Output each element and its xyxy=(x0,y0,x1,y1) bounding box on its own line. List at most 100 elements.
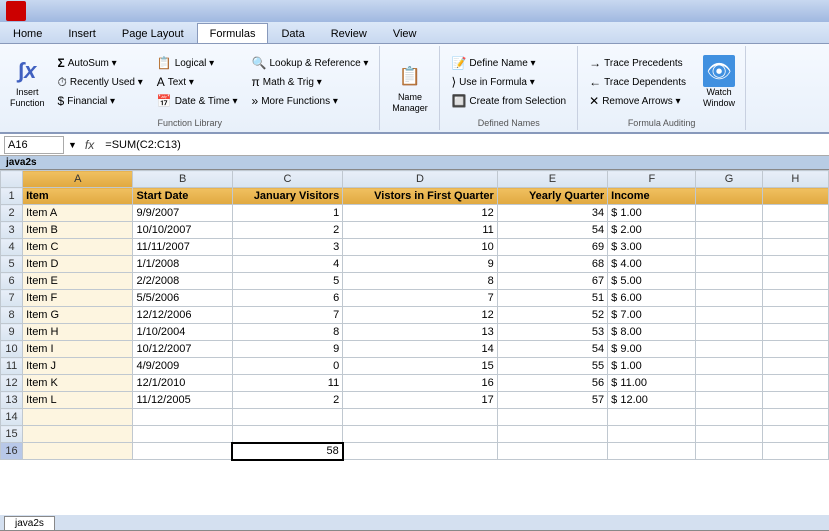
cell[interactable]: 11 xyxy=(343,222,498,239)
cell[interactable]: Item H xyxy=(23,324,133,341)
cell[interactable]: $ 2.00 xyxy=(608,222,696,239)
cell[interactable] xyxy=(762,188,828,205)
cell[interactable]: $ 4.00 xyxy=(608,256,696,273)
watch-window-button[interactable]: 👁 WatchWindow xyxy=(697,52,741,112)
cell[interactable]: 9 xyxy=(232,341,342,358)
cell[interactable]: Item F xyxy=(23,290,133,307)
trace-dependents-button[interactable]: ← Trace Dependents xyxy=(584,73,691,92)
cell[interactable] xyxy=(232,409,342,426)
cell[interactable] xyxy=(696,443,762,460)
cell[interactable]: 8 xyxy=(232,324,342,341)
cell[interactable]: Item I xyxy=(23,341,133,358)
cell[interactable]: Start Date xyxy=(133,188,232,205)
cell[interactable] xyxy=(696,256,762,273)
cell[interactable]: 16 xyxy=(343,375,498,392)
cell[interactable]: 9 xyxy=(343,256,498,273)
tab-view[interactable]: View xyxy=(380,23,430,43)
use-in-formula-button[interactable]: ⟩ Use in Formula ▾ xyxy=(446,73,571,92)
cell[interactable] xyxy=(133,443,232,460)
cell[interactable] xyxy=(762,426,828,443)
cell[interactable] xyxy=(696,205,762,222)
autosum-button[interactable]: Σ AutoSum ▾ xyxy=(53,54,148,73)
cell[interactable]: Item G xyxy=(23,307,133,324)
cell[interactable]: 7 xyxy=(232,307,342,324)
cell[interactable] xyxy=(608,409,696,426)
cell[interactable]: $ 8.00 xyxy=(608,324,696,341)
cell[interactable]: Item L xyxy=(23,392,133,409)
cell[interactable]: 11/11/2007 xyxy=(133,239,232,256)
cell[interactable]: 68 xyxy=(497,256,607,273)
cell[interactable]: 12 xyxy=(343,307,498,324)
cell[interactable]: 56 xyxy=(497,375,607,392)
dropdown-arrow[interactable]: ▼ xyxy=(68,140,77,150)
col-header-a[interactable]: A xyxy=(23,171,133,188)
cell[interactable]: 52 xyxy=(497,307,607,324)
lookup-ref-button[interactable]: 🔍 Lookup & Reference ▾ xyxy=(247,54,374,73)
cell[interactable] xyxy=(762,256,828,273)
cell[interactable] xyxy=(23,443,133,460)
cell[interactable]: $ 1.00 xyxy=(608,205,696,222)
cell[interactable]: 5 xyxy=(232,273,342,290)
cell[interactable] xyxy=(696,324,762,341)
cell[interactable]: Item B xyxy=(23,222,133,239)
cell[interactable] xyxy=(343,426,498,443)
cell[interactable]: 11/12/2005 xyxy=(133,392,232,409)
cell[interactable]: Item K xyxy=(23,375,133,392)
create-from-selection-button[interactable]: 🔲 Create from Selection xyxy=(446,92,571,111)
cell[interactable]: Item E xyxy=(23,273,133,290)
name-manager-button[interactable]: 📋 NameManager xyxy=(386,57,434,117)
cell[interactable] xyxy=(762,358,828,375)
cell[interactable]: 2/2/2008 xyxy=(133,273,232,290)
cell[interactable] xyxy=(762,239,828,256)
cell[interactable]: 34 xyxy=(497,205,607,222)
formula-input[interactable] xyxy=(102,138,825,152)
more-functions-button[interactable]: » More Functions ▾ xyxy=(247,92,374,111)
insert-function-button[interactable]: ∫x InsertFunction xyxy=(4,52,51,112)
cell[interactable] xyxy=(762,341,828,358)
cell[interactable]: $ 12.00 xyxy=(608,392,696,409)
col-header-f[interactable]: F xyxy=(608,171,696,188)
cell[interactable]: 8 xyxy=(343,273,498,290)
cell[interactable]: 10 xyxy=(343,239,498,256)
cell[interactable] xyxy=(762,324,828,341)
tab-home[interactable]: Home xyxy=(0,23,55,43)
cell[interactable]: 1 xyxy=(232,205,342,222)
cell[interactable]: 14 xyxy=(343,341,498,358)
cell[interactable] xyxy=(497,426,607,443)
tab-insert[interactable]: Insert xyxy=(55,23,109,43)
cell[interactable]: Income xyxy=(608,188,696,205)
col-header-h[interactable]: H xyxy=(762,171,828,188)
cell[interactable] xyxy=(133,426,232,443)
cell[interactable]: 0 xyxy=(232,358,342,375)
sheet-tab-java2s[interactable]: java2s xyxy=(4,516,55,530)
cell[interactable]: $ 3.00 xyxy=(608,239,696,256)
cell[interactable]: 4/9/2009 xyxy=(133,358,232,375)
cell[interactable]: Item D xyxy=(23,256,133,273)
cell[interactable]: $ 9.00 xyxy=(608,341,696,358)
cell[interactable]: Item A xyxy=(23,205,133,222)
cell[interactable]: 53 xyxy=(497,324,607,341)
cell[interactable] xyxy=(608,443,696,460)
cell[interactable] xyxy=(762,409,828,426)
cell[interactable] xyxy=(696,426,762,443)
col-header-e[interactable]: E xyxy=(497,171,607,188)
cell[interactable]: $ 5.00 xyxy=(608,273,696,290)
col-header-c[interactable]: C xyxy=(232,171,342,188)
cell[interactable] xyxy=(696,392,762,409)
cell[interactable]: 6 xyxy=(232,290,342,307)
cell[interactable]: 7 xyxy=(343,290,498,307)
date-time-button[interactable]: 📅 Date & Time ▾ xyxy=(152,92,243,111)
cell[interactable]: 10/10/2007 xyxy=(133,222,232,239)
cell[interactable] xyxy=(696,273,762,290)
cell[interactable] xyxy=(23,426,133,443)
cell[interactable]: Vistors in First Quarter xyxy=(343,188,498,205)
cell[interactable]: 15 xyxy=(343,358,498,375)
cell[interactable] xyxy=(762,205,828,222)
cell[interactable]: 2 xyxy=(232,392,342,409)
tab-formulas[interactable]: Formulas xyxy=(197,23,269,43)
cell[interactable]: $ 6.00 xyxy=(608,290,696,307)
cell[interactable] xyxy=(762,375,828,392)
cell[interactable]: 4 xyxy=(232,256,342,273)
cell[interactable]: 1/1/2008 xyxy=(133,256,232,273)
cell[interactable] xyxy=(343,443,498,460)
